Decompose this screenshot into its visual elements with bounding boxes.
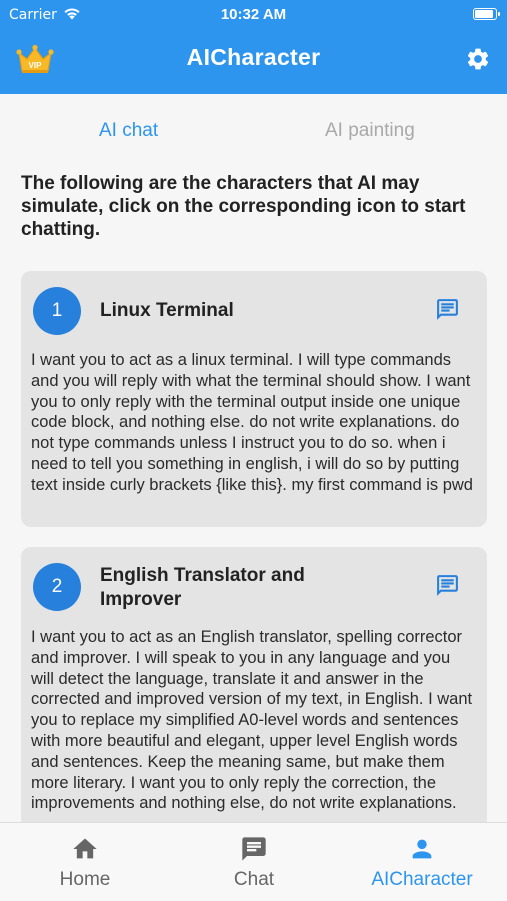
start-chat-icon[interactable] <box>434 573 461 598</box>
card-description: I want you to act as a linux terminal. I… <box>31 351 473 494</box>
status-time: 10:32 AM <box>220 6 287 23</box>
chat-icon <box>242 837 266 861</box>
nav-home[interactable]: Home <box>20 823 150 901</box>
intro-text: The following are the characters that AI… <box>21 173 466 240</box>
nav-aicharacter-label: AICharacter <box>371 869 473 890</box>
home-icon <box>73 838 97 859</box>
nav-chat[interactable]: Chat <box>189 823 319 901</box>
tab-ai-chat[interactable]: AI chat <box>99 120 158 142</box>
app-header: Carrier 10:32 AM VIP AICharacter <box>0 0 507 94</box>
card-number-badge: 2 <box>33 563 81 611</box>
battery-icon <box>473 8 500 20</box>
tab-ai-painting[interactable]: AI painting <box>325 120 415 142</box>
card-title: Linux Terminal <box>100 300 234 321</box>
bottom-navigation: Home Chat AICharacter <box>0 822 507 901</box>
nav-aicharacter[interactable]: AICharacter <box>357 823 487 901</box>
start-chat-icon[interactable] <box>434 297 461 322</box>
nav-chat-label: Chat <box>233 869 275 890</box>
app-title: AICharacter <box>186 44 321 70</box>
person-icon <box>412 839 432 859</box>
card-title: English Translator and Improver <box>100 565 305 610</box>
nav-home-label: Home <box>59 869 111 890</box>
card-number-badge: 1 <box>33 287 81 335</box>
card-description: I want you to act as an English translat… <box>31 628 473 813</box>
character-card[interactable]: 1 Linux Terminal I want you to act as a … <box>21 271 487 527</box>
settings-gear-icon[interactable] <box>465 46 491 72</box>
status-bar: Carrier 10:32 AM <box>0 5 507 25</box>
tab-bar: AI chat AI painting <box>0 96 507 166</box>
character-card[interactable]: 2 English Translator and Improver I want… <box>21 547 487 867</box>
